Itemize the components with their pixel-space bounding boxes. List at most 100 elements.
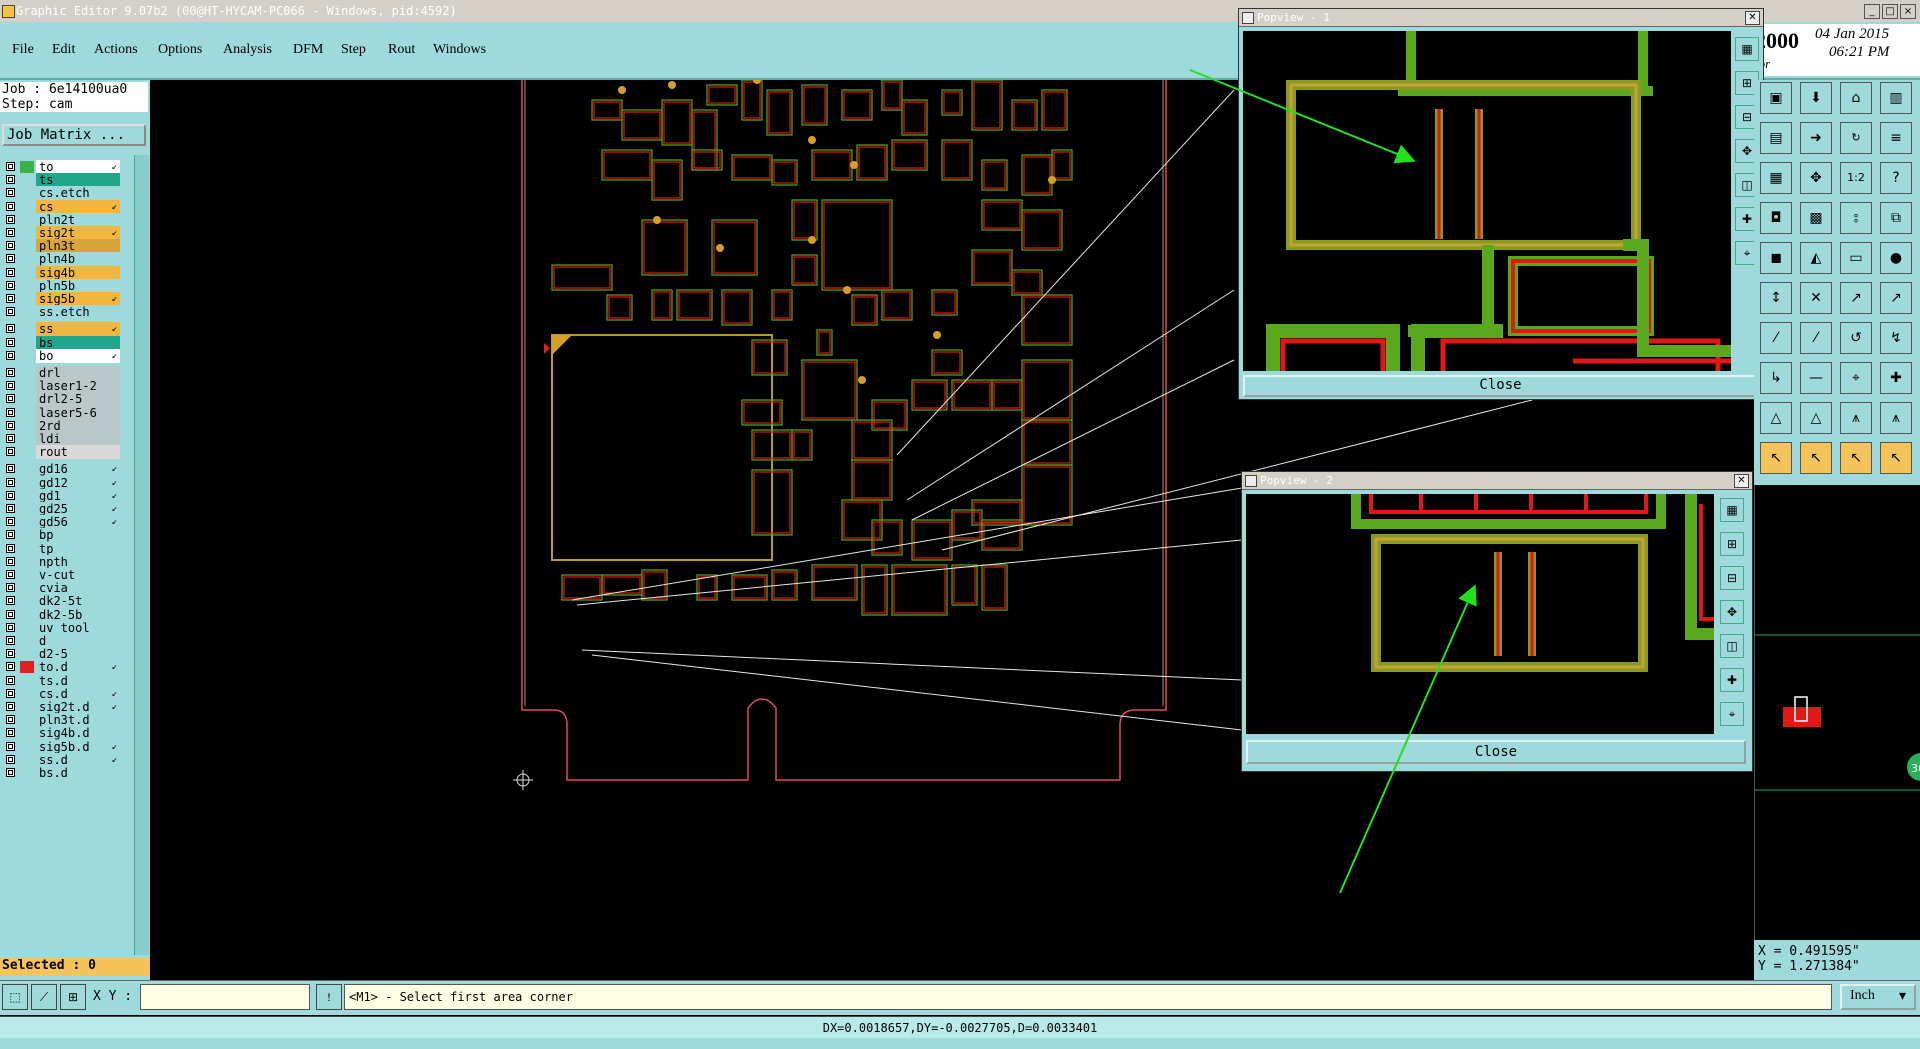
popview-1-close-button[interactable]: Close bbox=[1243, 375, 1758, 397]
layer-checkbox[interactable] bbox=[6, 477, 15, 487]
layer-checkbox[interactable] bbox=[6, 768, 15, 777]
layer-name[interactable]: rout bbox=[36, 445, 120, 460]
layer-row[interactable]: pln3t.d bbox=[2, 713, 122, 728]
layer-name[interactable]: ss.etch bbox=[36, 305, 120, 320]
layer-row[interactable]: ss.d ↙ bbox=[2, 752, 122, 767]
corner-icon[interactable]: ↳ bbox=[1760, 362, 1792, 394]
layer-name[interactable]: sig4b bbox=[36, 265, 120, 280]
zoom-out-icon[interactable]: ⊟ bbox=[1720, 566, 1744, 590]
layer-checkbox[interactable] bbox=[6, 543, 15, 553]
cross-icon[interactable]: ✚ bbox=[1880, 362, 1912, 394]
popview-2-titlebar[interactable]: Popview - 2 ✕ bbox=[1242, 472, 1752, 490]
line-icon[interactable]: ⁄ bbox=[1760, 322, 1792, 354]
measure-icon[interactable]: ⦂ bbox=[1840, 202, 1872, 234]
popview-1-close-icon[interactable]: ✕ bbox=[1745, 11, 1760, 25]
layer-row[interactable]: sig4b.d bbox=[2, 726, 122, 741]
layer-row[interactable]: rout bbox=[2, 445, 122, 460]
layer-checkbox[interactable] bbox=[6, 214, 15, 224]
layer-name[interactable]: cs.d ↙ bbox=[36, 686, 120, 701]
hline-icon[interactable]: — bbox=[1800, 362, 1832, 394]
select-icon[interactable]: ↖ bbox=[1840, 442, 1872, 474]
layer-name[interactable]: ldi bbox=[36, 432, 120, 446]
layer-row[interactable]: laser1-2 bbox=[2, 379, 122, 394]
layer-name[interactable]: bs bbox=[36, 335, 120, 350]
layer-row[interactable]: ts.d bbox=[2, 673, 122, 688]
layer-name[interactable]: drl2-5 bbox=[36, 392, 120, 407]
layer-row[interactable]: uv_tool bbox=[2, 620, 122, 635]
layer-name[interactable]: laser5-6 bbox=[36, 405, 120, 420]
layer-checkbox[interactable] bbox=[6, 394, 15, 404]
layer-row[interactable]: ss ↙ bbox=[2, 322, 122, 337]
layer-name[interactable]: ss ↙ bbox=[36, 322, 120, 337]
import-icon[interactable]: ⬇ bbox=[1800, 82, 1832, 114]
grid-icon[interactable]: ⊞ bbox=[60, 984, 86, 1010]
layer-checkbox[interactable] bbox=[6, 570, 15, 579]
layer-row[interactable]: pln4b bbox=[2, 252, 122, 267]
layer-name[interactable]: drl bbox=[36, 366, 120, 380]
layer-checkbox[interactable] bbox=[6, 407, 15, 417]
layer-name[interactable]: gd25 ↙ bbox=[36, 502, 120, 516]
layer-row[interactable]: to.d ↙ bbox=[2, 660, 122, 675]
snap-icon[interactable]: ↯ bbox=[1880, 322, 1912, 354]
layer-name[interactable]: cs.etch bbox=[36, 186, 120, 201]
layer-checkbox[interactable] bbox=[6, 583, 15, 593]
layer-checkbox[interactable] bbox=[6, 649, 15, 659]
layer-checkbox[interactable] bbox=[6, 188, 15, 198]
layer-name[interactable]: v-cut bbox=[36, 568, 120, 582]
layer-name[interactable]: gd1 ↙ bbox=[36, 488, 120, 503]
layer-name[interactable]: 2rd bbox=[36, 418, 120, 433]
layer-checkbox[interactable] bbox=[6, 490, 15, 500]
layer-name[interactable]: ts.d bbox=[36, 673, 120, 688]
help-icon[interactable]: ? bbox=[1880, 162, 1912, 194]
select-icon[interactable]: ↖ bbox=[1760, 442, 1792, 474]
layer-row[interactable]: d bbox=[2, 634, 122, 648]
layer-name[interactable]: gd16 ↙ bbox=[36, 462, 120, 477]
layer-row[interactable]: dk2-5b bbox=[2, 607, 122, 622]
fill-icon[interactable]: ◘ bbox=[1760, 202, 1792, 234]
shape-icon[interactable]: ◭ bbox=[1800, 242, 1832, 274]
layer-checkbox[interactable] bbox=[6, 728, 15, 738]
layer-checkbox[interactable] bbox=[6, 368, 15, 377]
layer-row[interactable]: ss.etch bbox=[2, 305, 122, 320]
layer-name[interactable]: ss.d ↙ bbox=[36, 752, 120, 767]
select-icon[interactable]: ↖ bbox=[1880, 442, 1912, 474]
ruler-icon[interactable]: ▭ bbox=[1840, 242, 1872, 274]
measure-icon[interactable]: ⟋ bbox=[31, 984, 57, 1010]
arc-icon[interactable]: ↺ bbox=[1840, 322, 1872, 354]
layer-row[interactable]: pln3t bbox=[2, 239, 122, 254]
layer-name[interactable]: cs ↙ bbox=[36, 199, 120, 214]
layer-name[interactable]: sig2t ↙ bbox=[36, 226, 120, 240]
notification-badge[interactable]: 36 bbox=[1911, 762, 1920, 775]
popview-1-titlebar[interactable]: Popview - 1 ✕ bbox=[1239, 9, 1763, 27]
layer-checkbox[interactable] bbox=[6, 254, 15, 264]
layer-row[interactable]: sig5b ↙ bbox=[2, 292, 122, 306]
layer-row[interactable]: v-cut bbox=[2, 568, 122, 582]
layer-name[interactable]: sig5b ↙ bbox=[36, 292, 120, 306]
menu-rout[interactable]: Rout bbox=[388, 42, 415, 58]
layer-name[interactable]: dk2-5t bbox=[36, 594, 120, 609]
layer-name[interactable]: dk2-5b bbox=[36, 607, 120, 622]
layer-checkbox[interactable] bbox=[6, 228, 15, 237]
layer-row[interactable]: ts bbox=[2, 173, 122, 188]
menu-file[interactable]: File bbox=[12, 42, 34, 58]
info-icon[interactable]: ! bbox=[316, 984, 342, 1010]
layers-icon[interactable]: ▦ bbox=[1720, 498, 1744, 522]
popview-2-close-icon[interactable]: ✕ bbox=[1734, 474, 1749, 488]
layer-name[interactable]: gd56 ↙ bbox=[36, 515, 120, 530]
copy-icon[interactable]: ⧉ bbox=[1880, 202, 1912, 234]
layer-row[interactable]: dk2-5t bbox=[2, 594, 122, 609]
layer-row[interactable]: gd1 ↙ bbox=[2, 488, 122, 503]
layer-row[interactable]: cs.etch bbox=[2, 186, 122, 201]
link-icon[interactable]: ↗ bbox=[1880, 282, 1912, 314]
layer-checkbox[interactable] bbox=[6, 754, 15, 764]
layer-checkbox[interactable] bbox=[6, 267, 15, 277]
layer-checkbox[interactable] bbox=[6, 702, 15, 711]
popview-2-close-button[interactable]: Close bbox=[1246, 740, 1746, 764]
layer-row[interactable]: gd16 ↙ bbox=[2, 462, 122, 477]
stop-icon[interactable]: ◼ bbox=[1760, 242, 1792, 274]
job-matrix-button[interactable]: Job Matrix ... bbox=[2, 124, 146, 146]
triangle-icon[interactable]: △ bbox=[1760, 402, 1792, 434]
menu-icon[interactable]: ≡ bbox=[1880, 122, 1912, 154]
layer-checkbox[interactable] bbox=[6, 447, 15, 457]
layer-name[interactable]: pln2t bbox=[36, 212, 120, 227]
